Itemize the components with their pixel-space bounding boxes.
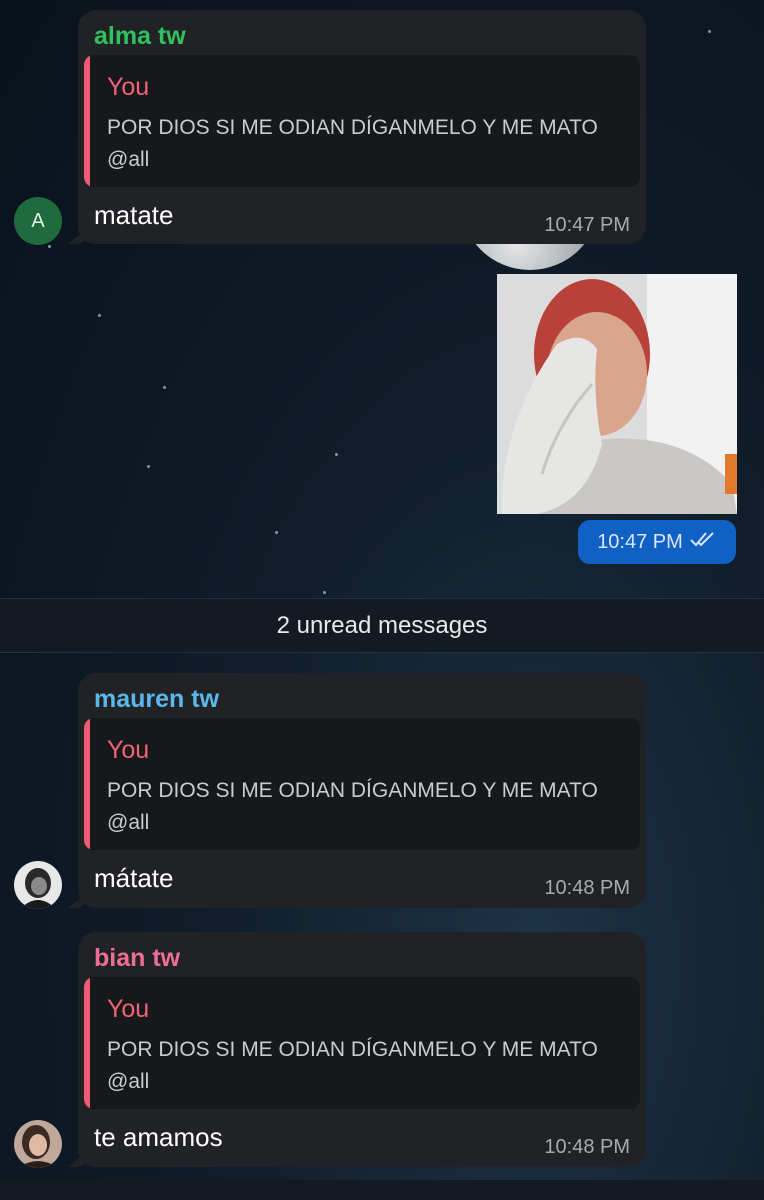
sender-name[interactable]: alma tw	[94, 22, 186, 51]
sender-name[interactable]: bian tw	[94, 944, 180, 973]
quote-author: You	[107, 995, 150, 1023]
quote-author: You	[107, 73, 150, 101]
message-time: 10:48 PM	[544, 1136, 630, 1158]
reply-quote[interactable]: You POR DIOS SI ME ODIAN DÍGANMELO Y ME …	[84, 977, 640, 1109]
avatar-photo	[14, 1120, 62, 1168]
quote-accent-bar	[84, 55, 90, 187]
quote-text: POR DIOS SI ME ODIAN DÍGANMELO Y ME MATO…	[107, 779, 598, 834]
photo-image	[497, 274, 737, 514]
reply-quote[interactable]: You POR DIOS SI ME ODIAN DÍGANMELO Y ME …	[84, 55, 640, 187]
message-bubble[interactable]: bian tw You POR DIOS SI ME ODIAN DÍGANME…	[68, 932, 646, 1167]
quote-accent-bar	[84, 718, 90, 850]
message-bubble[interactable]: mauren tw You POR DIOS SI ME ODIAN DÍGAN…	[68, 673, 646, 908]
message-time: 10:47 PM	[544, 214, 630, 236]
avatar[interactable]	[14, 861, 62, 909]
quote-text: POR DIOS SI ME ODIAN DÍGANMELO Y ME MATO…	[107, 116, 598, 171]
avatar-photo	[14, 861, 62, 909]
quote-text: POR DIOS SI ME ODIAN DÍGANMELO Y ME MATO…	[107, 1038, 598, 1093]
unread-messages-divider: 2 unread messages	[0, 598, 764, 653]
message-text: mátate	[94, 863, 174, 893]
message-text: te amamos	[94, 1122, 223, 1152]
avatar[interactable]: A	[14, 197, 62, 245]
double-check-icon	[689, 530, 717, 554]
message-time: 10:48 PM	[544, 877, 630, 899]
quote-accent-bar	[84, 977, 90, 1109]
own-message-time: 10:47 PM	[578, 520, 736, 564]
quote-author: You	[107, 736, 150, 764]
message-bubble[interactable]: alma tw You POR DIOS SI ME ODIAN DÍGANME…	[68, 10, 646, 244]
avatar-letter: A	[31, 209, 45, 232]
sender-name[interactable]: mauren tw	[94, 685, 219, 714]
message-text: matate	[94, 200, 174, 230]
reply-quote[interactable]: You POR DIOS SI ME ODIAN DÍGANMELO Y ME …	[84, 718, 640, 850]
own-time-text: 10:47 PM	[597, 530, 683, 553]
avatar[interactable]	[14, 1120, 62, 1168]
unread-label: 2 unread messages	[276, 611, 488, 639]
input-area-edge	[0, 1180, 764, 1200]
photo-message[interactable]	[497, 274, 737, 514]
